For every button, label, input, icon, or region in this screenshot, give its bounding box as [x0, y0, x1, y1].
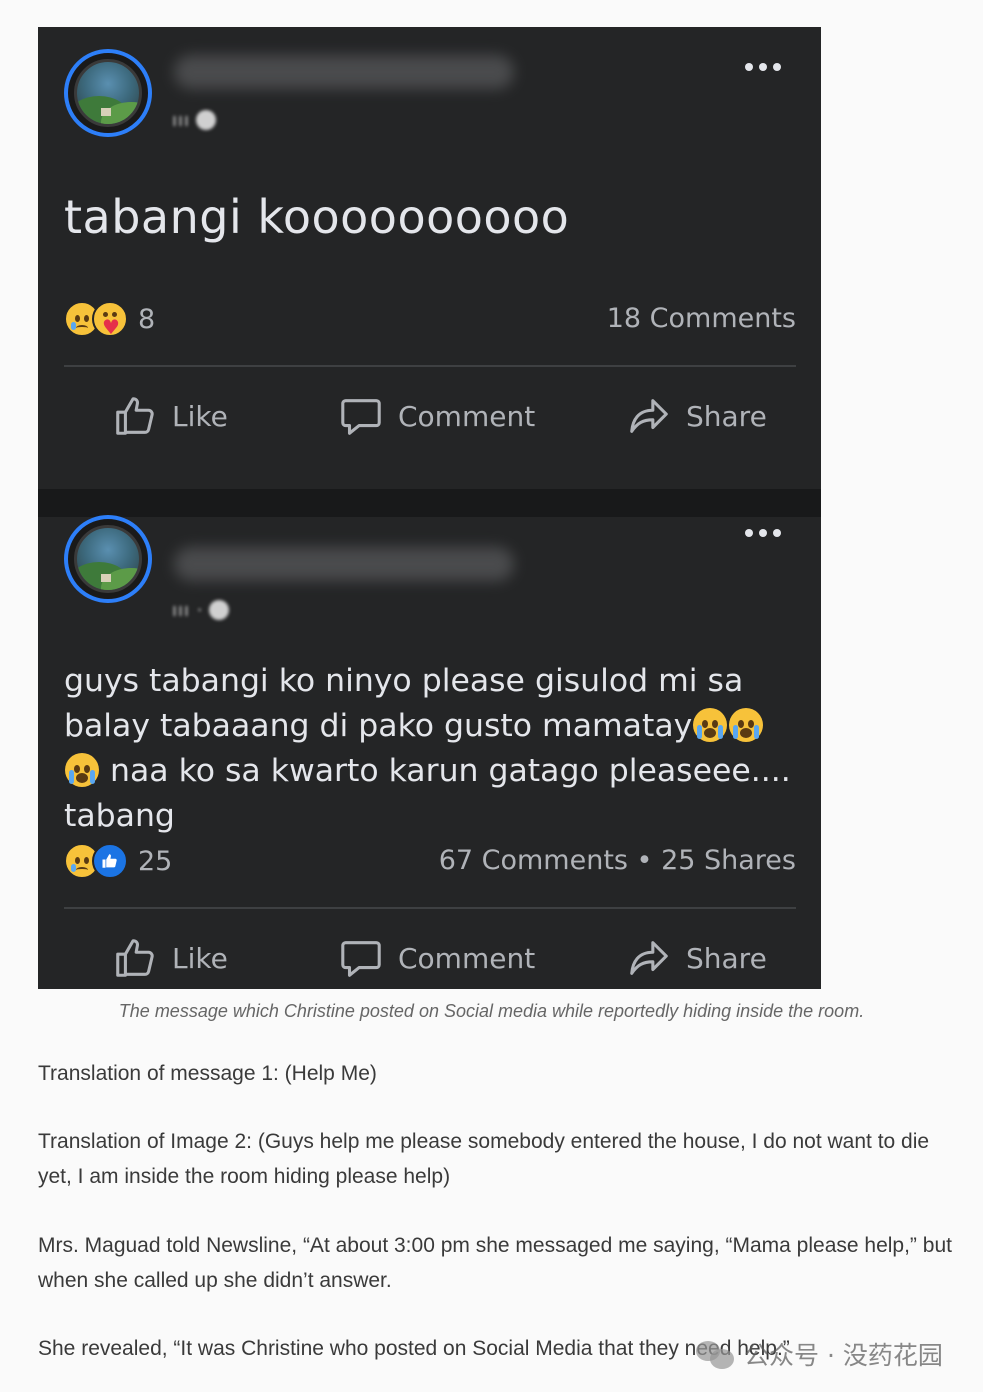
watermark: 公众号 · 没药花园: [696, 1334, 943, 1374]
post-text: tabangi koooooooooo: [64, 190, 570, 244]
wechat-icon: [696, 1337, 736, 1371]
crying-emoji-icon: [729, 708, 764, 742]
comment-count[interactable]: 18 Comments: [607, 299, 796, 339]
like-icon: [116, 939, 154, 977]
action-bar: Like Comment Share: [38, 933, 821, 983]
image-caption: The message which Christine posted on So…: [118, 1001, 865, 1021]
post-separator: [38, 489, 821, 517]
like-label: Like: [172, 399, 228, 433]
divider: [64, 907, 796, 909]
post-2: ııı · guys tabangi ko ninyo please gisul…: [38, 515, 821, 989]
share-label: Share: [686, 399, 767, 433]
like-button[interactable]: Like: [112, 391, 228, 441]
action-bar: Like Comment Share: [38, 391, 821, 441]
comment-button[interactable]: Comment: [338, 391, 535, 441]
comment-icon: [341, 941, 381, 977]
share-button[interactable]: Share: [626, 933, 767, 983]
share-label: Share: [686, 941, 767, 975]
post-text: guys tabangi ko ninyo please gisulod mi …: [64, 659, 804, 839]
crying-emoji-icon: [65, 753, 99, 787]
reaction-summary[interactable]: ♥ 8: [64, 299, 155, 339]
post-text-line: balay tabaaang di pako gusto mamatay: [64, 704, 804, 749]
like-reaction-icon: [92, 843, 128, 879]
post-text-line: tabang: [64, 798, 175, 834]
care-reaction-icon: ♥: [92, 301, 128, 337]
author-name-blurred[interactable]: [174, 547, 514, 581]
more-icon[interactable]: [745, 61, 781, 73]
share-icon: [630, 399, 668, 433]
reaction-count: 8: [138, 303, 156, 335]
like-button[interactable]: Like: [112, 933, 228, 983]
comment-button[interactable]: Comment: [338, 933, 535, 983]
post-meta-blurred: ııı ·: [172, 599, 230, 621]
comment-label: Comment: [398, 399, 536, 433]
comment-share-count[interactable]: 67 Comments • 25 Shares: [439, 841, 796, 881]
post-1: ııı tabangi koooooooooo ♥ 8 18 Comments …: [38, 27, 821, 489]
comment-label: Comment: [398, 941, 536, 975]
like-icon: [116, 397, 154, 435]
reaction-count: 25: [138, 845, 173, 877]
comment-icon: [341, 399, 381, 435]
avatar[interactable]: [64, 515, 152, 603]
post-meta-blurred: ııı: [172, 109, 217, 131]
like-label: Like: [172, 941, 228, 975]
article-paragraph: Translation of Image 2: (Guys help me pl…: [38, 1130, 930, 1188]
article-paragraph: Mrs. Maguad told Newsline, “At about 3:0…: [38, 1234, 952, 1292]
article-paragraph: Translation of message 1: (Help Me): [38, 1062, 377, 1085]
reaction-summary[interactable]: 25: [64, 841, 172, 881]
more-icon[interactable]: [745, 527, 781, 539]
divider: [64, 365, 796, 367]
share-button[interactable]: Share: [626, 391, 767, 441]
author-name-blurred[interactable]: [174, 55, 514, 89]
post-text-span: naa ko sa kwarto karun gatago pleaseee..…: [100, 753, 791, 789]
post-text-span: balay tabaaang di pako gusto mamatay: [64, 708, 693, 744]
crying-emoji-icon: [693, 708, 728, 742]
avatar[interactable]: [64, 49, 152, 137]
share-icon: [630, 941, 668, 975]
post-text-line: guys tabangi ko ninyo please gisulod mi …: [64, 663, 744, 699]
post-text-line: naa ko sa kwarto karun gatago pleaseee..…: [64, 749, 804, 794]
facebook-screenshot: ııı tabangi koooooooooo ♥ 8 18 Comments …: [38, 27, 821, 989]
watermark-text: 公众号 · 没药花园: [744, 1341, 943, 1370]
